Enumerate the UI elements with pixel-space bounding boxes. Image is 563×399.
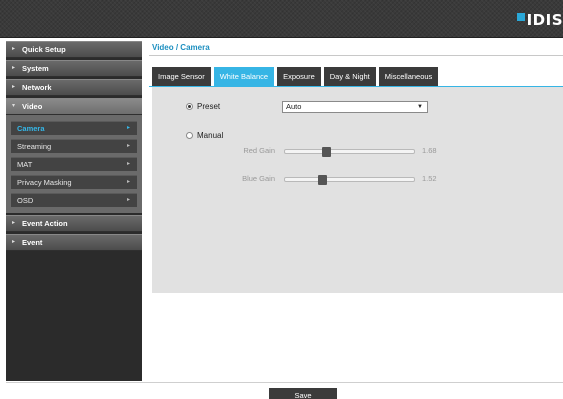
tab-exposure[interactable]: Exposure bbox=[277, 67, 321, 86]
blue-gain-slider[interactable] bbox=[284, 177, 415, 182]
dropdown-arrow-icon: ▼ bbox=[417, 104, 423, 110]
chevron-right-icon: ▸ bbox=[126, 125, 130, 131]
submenu-item-label: MAT bbox=[17, 160, 33, 169]
sidebar-item-label: Event Action bbox=[22, 219, 68, 228]
save-button[interactable]: Save bbox=[269, 388, 337, 399]
chevron-right-icon: ▸ bbox=[126, 197, 130, 203]
chevron-right-icon: ▸ bbox=[126, 179, 130, 185]
tab-white-balance[interactable]: White Balance bbox=[213, 67, 275, 86]
blue-gain-value: 1.52 bbox=[422, 174, 437, 183]
preset-radio[interactable] bbox=[186, 103, 193, 110]
submenu-item-label: OSD bbox=[17, 196, 34, 205]
tab-miscellaneous[interactable]: Miscellaneous bbox=[378, 67, 439, 86]
blue-gain-thumb[interactable] bbox=[318, 175, 327, 185]
sidebar-item-label: System bbox=[22, 64, 49, 73]
chevron-right-icon: ▸ bbox=[126, 143, 130, 149]
sidebar-item-system[interactable]: ▸ System bbox=[6, 60, 142, 77]
main-content: Video / Camera Image Sensor White Balanc… bbox=[149, 41, 563, 381]
red-gain-label: Red Gain bbox=[243, 146, 275, 155]
logo-mark-icon bbox=[516, 13, 525, 21]
sidebar-item-label: Video bbox=[22, 102, 43, 111]
chevron-right-icon: ▸ bbox=[12, 46, 16, 52]
sidebar-item-label: Quick Setup bbox=[22, 45, 66, 54]
sidebar-item-network[interactable]: ▸ Network bbox=[6, 79, 142, 96]
chevron-right-icon: ▸ bbox=[12, 239, 16, 245]
manual-option[interactable]: Manual bbox=[186, 131, 223, 140]
video-submenu: Camera ▸ Streaming ▸ MAT ▸ Privacy Maski… bbox=[6, 115, 142, 213]
preset-label: Preset bbox=[197, 102, 221, 111]
logo-text: IDIS bbox=[526, 11, 563, 29]
breadcrumb-divider bbox=[149, 55, 563, 56]
preset-select-value: Auto bbox=[286, 102, 302, 111]
submenu-item-osd[interactable]: OSD ▸ bbox=[11, 193, 137, 207]
tab-bar: Image Sensor White Balance Exposure Day … bbox=[152, 67, 441, 86]
blue-gain-label: Blue Gain bbox=[242, 174, 275, 183]
manual-radio[interactable] bbox=[186, 132, 193, 139]
top-header: IDIS bbox=[0, 0, 563, 38]
chevron-right-icon: ▸ bbox=[126, 161, 130, 167]
submenu-item-privacy-masking[interactable]: Privacy Masking ▸ bbox=[11, 175, 137, 189]
submenu-item-mat[interactable]: MAT ▸ bbox=[11, 157, 137, 171]
sidebar-item-quick-setup[interactable]: ▸ Quick Setup bbox=[6, 41, 142, 58]
sidebar-item-video[interactable]: ▾ Video bbox=[6, 98, 142, 115]
sidebar-item-label: Event bbox=[22, 238, 43, 247]
idis-logo: IDIS bbox=[516, 11, 563, 29]
breadcrumb: Video / Camera bbox=[152, 43, 210, 52]
tab-image-sensor[interactable]: Image Sensor bbox=[152, 67, 211, 86]
sidebar: ▸ Quick Setup ▸ System ▸ Network ▾ Video… bbox=[6, 41, 142, 381]
tab-day-night[interactable]: Day & Night bbox=[323, 67, 376, 86]
submenu-item-label: Camera bbox=[17, 124, 45, 133]
manual-label: Manual bbox=[197, 131, 224, 140]
sidebar-item-event-action[interactable]: ▸ Event Action bbox=[6, 215, 142, 232]
red-gain-value: 1.68 bbox=[422, 146, 437, 155]
sidebar-item-event[interactable]: ▸ Event bbox=[6, 234, 142, 251]
white-balance-panel: Preset Auto ▼ Manual Red Gain 1.68 Blue … bbox=[152, 87, 563, 293]
submenu-item-label: Privacy Masking bbox=[17, 178, 72, 187]
footer-divider bbox=[6, 382, 563, 383]
submenu-item-camera[interactable]: Camera ▸ bbox=[11, 121, 137, 135]
chevron-right-icon: ▸ bbox=[12, 220, 16, 226]
submenu-item-streaming[interactable]: Streaming ▸ bbox=[11, 139, 137, 153]
preset-option[interactable]: Preset bbox=[186, 102, 220, 111]
red-gain-thumb[interactable] bbox=[322, 147, 331, 157]
sidebar-item-label: Network bbox=[22, 83, 52, 92]
submenu-item-label: Streaming bbox=[17, 142, 52, 151]
chevron-down-icon: ▾ bbox=[12, 103, 16, 109]
preset-select[interactable]: Auto ▼ bbox=[282, 101, 428, 113]
chevron-right-icon: ▸ bbox=[12, 84, 16, 90]
red-gain-slider[interactable] bbox=[284, 149, 415, 154]
chevron-right-icon: ▸ bbox=[12, 65, 16, 71]
